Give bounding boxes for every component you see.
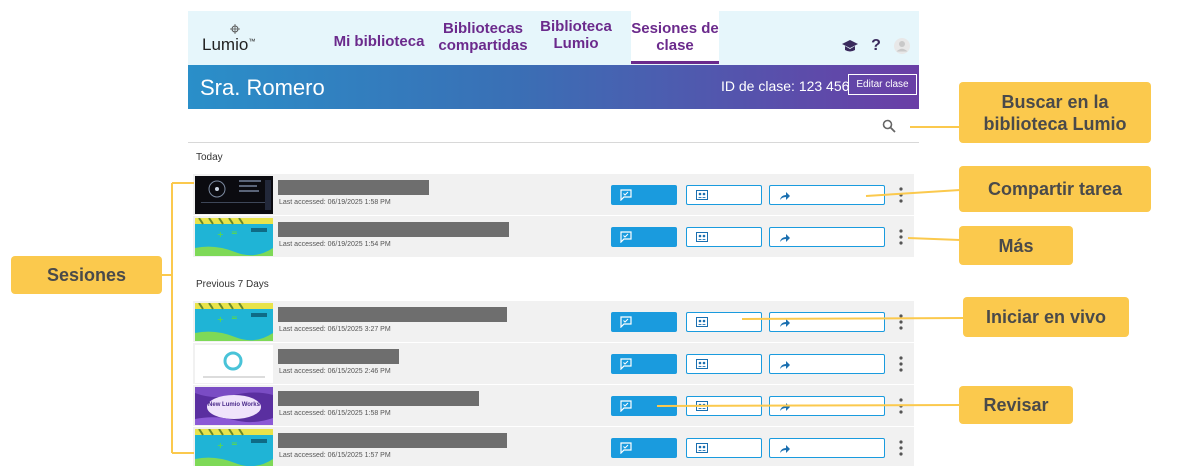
live-icon [696,359,708,369]
session-row[interactable]: New Lumio Works Last accessed: 06/15/202… [193,385,914,427]
session-title-redacted [278,433,507,448]
share-assignment-button[interactable] [769,312,885,332]
share-assignment-button[interactable] [769,185,885,205]
callout-live: Iniciar en vivo [963,297,1129,337]
svg-text:=: = [231,313,238,322]
review-icon [620,442,632,454]
more-options-icon[interactable] [896,355,906,373]
session-row[interactable]: Last accessed: 06/15/2025 2:46 PM [193,343,914,385]
share-assignment-button[interactable] [769,438,885,458]
callout-search: Buscar en la biblioteca Lumio [959,82,1151,143]
review-icon [620,358,632,370]
svg-text:=: = [231,439,238,448]
nav-biblioteca-lumio[interactable]: Biblioteca Lumio [535,18,617,52]
thumbnail-text: New Lumio Works [208,402,260,408]
share-assignment-button[interactable] [769,396,885,416]
help-icon[interactable]: ? [867,37,885,55]
last-accessed: Last accessed: 06/19/2025 1:54 PM [279,241,391,248]
svg-text:=: = [231,228,238,237]
more-options-icon[interactable] [896,439,906,457]
section-label-today: Today [196,152,223,163]
search-row [188,109,919,143]
share-assignment-button[interactable] [769,354,885,374]
more-options-icon[interactable] [896,313,906,331]
session-thumbnail [195,345,273,383]
session-row[interactable]: Last accessed: 06/19/2025 1:58 PM [193,174,914,216]
review-button[interactable] [611,438,677,458]
section-label-previous-7-days: Previous 7 Days [196,279,269,290]
live-icon [696,190,708,200]
callout-share: Compartir tarea [959,166,1151,212]
class-header: Sra. Romero ID de clase: 123 456 Editar … [188,65,919,109]
logo-text: Lumio [202,35,249,54]
lumio-logo-icon [230,24,240,34]
share-assignment-button[interactable] [769,227,885,247]
session-title-redacted [278,222,509,237]
svg-text:+: + [217,441,224,450]
share-arrow-icon [780,361,790,369]
review-button[interactable] [611,185,677,205]
nav-mi-biblioteca[interactable]: Mi biblioteca [331,33,427,50]
session-thumbnail: + = [195,303,273,341]
more-options-icon[interactable] [896,397,906,415]
callout-sessions: Sesiones [11,256,162,294]
top-nav: Lumio™ Mi biblioteca Bibliotecas compart… [188,11,919,65]
session-title-redacted [278,307,507,322]
review-button[interactable] [611,354,677,374]
callout-more: Más [959,226,1073,265]
more-options-icon[interactable] [896,228,906,246]
start-live-button[interactable] [686,312,762,332]
start-live-button[interactable] [686,185,762,205]
session-thumbnail: + = [195,218,273,256]
svg-text:+: + [217,230,224,239]
review-icon [620,189,632,201]
session-row[interactable]: + = Last accessed: 06/15/2025 3:27 PM [193,301,914,343]
nav-sesiones-de-clase[interactable]: Sesiones de clase [631,11,719,64]
live-icon [696,232,708,242]
search-icon[interactable] [882,119,896,133]
nav-bibliotecas-compartidas[interactable]: Bibliotecas compartidas [433,20,533,54]
share-arrow-icon [780,403,790,411]
share-arrow-icon [780,192,790,200]
edit-class-button[interactable]: Editar clase [848,74,917,95]
svg-text:+: + [217,315,224,324]
last-accessed: Last accessed: 06/19/2025 1:58 PM [279,199,391,206]
session-row[interactable]: + = Last accessed: 06/15/2025 1:57 PM [193,427,914,466]
share-arrow-icon [780,319,790,327]
session-thumbnail [195,176,273,214]
last-accessed: Last accessed: 06/15/2025 1:57 PM [279,452,391,459]
session-thumbnail: New Lumio Works [195,387,273,425]
share-arrow-icon [780,445,790,453]
review-button[interactable] [611,396,677,416]
start-live-button[interactable] [686,354,762,374]
class-name: Sra. Romero [200,75,325,100]
last-accessed: Last accessed: 06/15/2025 1:58 PM [279,410,391,417]
session-row[interactable]: + = Last accessed: 06/19/2025 1:54 PM [193,216,914,258]
session-title-redacted [278,349,399,364]
live-icon [696,401,708,411]
last-accessed: Last accessed: 06/15/2025 3:27 PM [279,326,391,333]
review-icon [620,231,632,243]
session-title-redacted [278,391,479,406]
share-arrow-icon [780,234,790,242]
session-thumbnail: + = [195,429,273,466]
class-id: ID de clase: 123 456 [721,78,850,94]
review-icon [620,316,632,328]
start-live-button[interactable] [686,438,762,458]
live-icon [696,317,708,327]
lumio-app: Lumio™ Mi biblioteca Bibliotecas compart… [188,11,919,466]
avatar-icon[interactable] [893,37,911,55]
lumio-logo[interactable]: Lumio™ [202,35,255,55]
graduation-cap-icon[interactable] [841,37,859,55]
start-live-button[interactable] [686,227,762,247]
live-icon [696,443,708,453]
review-icon [620,400,632,412]
start-live-button[interactable] [686,396,762,416]
callout-review: Revisar [959,386,1073,424]
more-options-icon[interactable] [896,186,906,204]
review-button[interactable] [611,312,677,332]
last-accessed: Last accessed: 06/15/2025 2:46 PM [279,368,391,375]
review-button[interactable] [611,227,677,247]
session-title-redacted [278,180,429,195]
